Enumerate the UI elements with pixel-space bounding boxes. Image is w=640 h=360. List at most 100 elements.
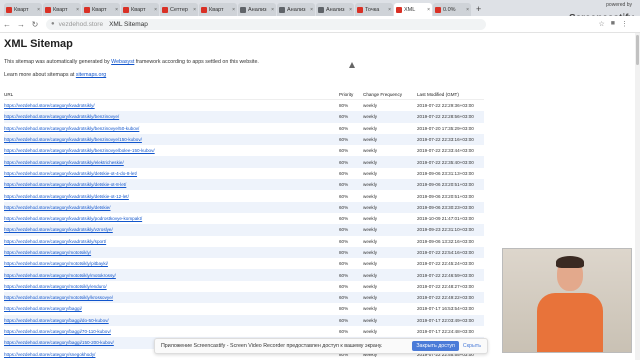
row-url-link[interactable]: https://vezdehod.store/category/mototsik…: [4, 269, 339, 281]
table-row: https://vezdehod.store/category/kvadrots…: [4, 201, 484, 213]
address-bar[interactable]: ● vezdehod.store XML Sitemap: [46, 18, 486, 30]
row-url-link[interactable]: https://vezdehod.store/category/baggi/do…: [4, 314, 339, 326]
stop-sharing-button[interactable]: Закрыть доступ: [412, 341, 459, 351]
sitemaps-org-link[interactable]: sitemaps.org: [76, 72, 106, 78]
row-last-modified: 2019-07-22 22:54:16+03:00: [417, 246, 484, 259]
browser-tab[interactable]: Точка ×: [355, 3, 393, 16]
row-priority: 60%: [339, 193, 349, 199]
table-row: https://vezdehod.store/category/kvadrots…: [4, 179, 484, 191]
browser-tab[interactable]: Сеттер ×: [160, 3, 198, 16]
browser-tab[interactable]: Кварт ×: [82, 3, 120, 16]
row-change-frequency: weekly: [363, 170, 378, 176]
row-last-modified: 2019-09-06 23:30:23+03:00: [417, 201, 484, 213]
row-change-frequency: weekly: [363, 148, 378, 154]
presenter-hair: [556, 256, 584, 268]
tab-close-icon[interactable]: ×: [388, 7, 391, 13]
row-change-frequency: weekly: [363, 201, 417, 213]
tab-favicon-icon: [357, 6, 363, 13]
table-row: https://vezdehod.store/category/baggi/70…: [4, 326, 484, 337]
reload-icon[interactable]: ↻: [28, 20, 42, 29]
address-title: XML Sitemap: [109, 20, 148, 28]
tab-close-icon[interactable]: ×: [466, 7, 469, 13]
scrollbar-thumb[interactable]: [636, 35, 639, 65]
row-url-link[interactable]: https://vezdehod.store/category/baggi/: [4, 303, 339, 314]
tab-favicon-icon: [279, 6, 285, 13]
browser-tab[interactable]: Кварт ×: [199, 3, 237, 16]
row-url-link[interactable]: https://vezdehod.store/category/kvadrots…: [4, 179, 339, 191]
row-url-link[interactable]: https://vezdehod.store/category/kvadrots…: [4, 201, 339, 213]
row-priority: 60%: [339, 201, 363, 213]
extensions-icon[interactable]: ■: [611, 20, 615, 28]
row-url-link[interactable]: https://vezdehod.store/category/mototsik…: [4, 258, 339, 269]
tab-close-icon[interactable]: ×: [115, 7, 118, 13]
browser-toolbar: ← → ↻ ● vezdehod.store XML Sitemap ☆ ■ ⋮: [0, 16, 640, 33]
forward-icon[interactable]: →: [14, 20, 28, 29]
tab-close-icon[interactable]: ×: [310, 7, 313, 13]
row-url-link[interactable]: https://vezdehod.store/category/kvadrots…: [4, 133, 339, 146]
table-row: https://vezdehod.store/category/kvadrots…: [4, 111, 484, 123]
row-priority: 60%: [339, 283, 349, 289]
row-last-modified: 2019-07-22 22:33:44+03:00: [417, 148, 474, 154]
tab-favicon-icon: [123, 6, 129, 13]
header-change-frequency[interactable]: Change Frequency: [363, 89, 417, 100]
row-last-modified: 2019-07-22 22:29:36+03:00: [417, 103, 474, 109]
address-url: vezdehod.store: [58, 20, 104, 28]
notification-text: Приложение Screencastify - Screen Video …: [161, 343, 383, 349]
row-priority: 60%: [339, 179, 363, 191]
browser-tab[interactable]: Анализ ×: [238, 3, 276, 16]
webasyst-link[interactable]: Webasyst: [111, 59, 134, 65]
browser-tab[interactable]: Анализ ×: [277, 3, 315, 16]
row-url-link[interactable]: https://vezdehod.store/category/kvadrots…: [4, 168, 339, 179]
row-url-link[interactable]: https://vezdehod.store/category/kvadrots…: [4, 156, 339, 168]
row-url-link[interactable]: https://vezdehod.store/category/kvadrots…: [4, 213, 339, 224]
tab-close-icon[interactable]: ×: [349, 7, 352, 13]
header-last-modified[interactable]: Last Modified (GMT): [417, 89, 484, 100]
tab-label: Сеттер: [170, 6, 188, 13]
row-change-frequency: weekly: [363, 156, 417, 168]
header-priority[interactable]: Priority: [339, 89, 363, 100]
star-icon[interactable]: ☆: [598, 20, 604, 28]
row-url-link[interactable]: https://vezdehod.store/category/kvadrots…: [4, 145, 339, 156]
browser-tab[interactable]: Анализ ×: [316, 3, 354, 16]
tab-close-icon[interactable]: ×: [76, 7, 79, 13]
tab-close-icon[interactable]: ×: [37, 7, 40, 13]
tab-close-icon[interactable]: ×: [154, 7, 157, 13]
row-change-frequency: weekly: [363, 269, 417, 281]
tab-label: Анализ: [326, 6, 345, 13]
row-change-frequency: weekly: [363, 292, 417, 304]
tab-label: Кварт: [92, 6, 107, 13]
tab-favicon-icon: [396, 6, 402, 13]
row-url-link[interactable]: https://vezdehod.store/category/kvadrots…: [4, 100, 339, 112]
browser-tab[interactable]: 0.0% ×: [433, 3, 471, 16]
row-last-modified: 2019-09-06 23:20:51+03:00: [417, 193, 474, 199]
browser-tab[interactable]: XML ×: [394, 3, 432, 16]
new-tab-icon[interactable]: +: [476, 3, 481, 16]
back-icon[interactable]: ←: [0, 20, 14, 29]
row-url-link[interactable]: https://vezdehod.store/category/kvadrots…: [4, 224, 339, 236]
menu-icon[interactable]: ⋮: [621, 20, 628, 28]
page-content: XML Sitemap This sitemap was automatical…: [4, 33, 624, 357]
row-url-link[interactable]: https://vezdehod.store/category/kvadrots…: [4, 190, 339, 201]
browser-tab[interactable]: Кварт ×: [121, 3, 159, 16]
tab-close-icon[interactable]: ×: [193, 7, 196, 13]
tab-close-icon[interactable]: ×: [271, 7, 274, 13]
row-url-link[interactable]: https://vezdehod.store/category/kvadrots…: [4, 111, 339, 123]
tab-close-icon[interactable]: ×: [427, 7, 430, 13]
header-url[interactable]: URL: [4, 89, 339, 100]
row-url-link[interactable]: https://vezdehod.store/category/mototsik…: [4, 246, 339, 259]
row-url-link[interactable]: https://vezdehod.store/category/kvadrots…: [4, 236, 339, 247]
table-row: https://vezdehod.store/category/kvadrots…: [4, 224, 484, 236]
row-url-link[interactable]: https://vezdehod.store/category/mototsik…: [4, 281, 339, 292]
row-url-link[interactable]: https://vezdehod.store/category/kvadrots…: [4, 123, 339, 134]
row-last-modified: 2019-07-22 22:45:24+03:00: [417, 261, 474, 267]
row-url-link[interactable]: https://vezdehod.store/category/mototsik…: [4, 292, 339, 304]
browser-tab[interactable]: Кварт ×: [43, 3, 81, 16]
row-priority: 80%: [339, 306, 349, 312]
row-priority: 60%: [339, 133, 363, 146]
row-url-link[interactable]: https://vezdehod.store/category/baggi/70…: [4, 326, 339, 337]
tab-close-icon[interactable]: ×: [232, 7, 235, 13]
hide-notification-button[interactable]: Скрыть: [463, 343, 481, 349]
tab-label: Анализ: [287, 6, 306, 13]
page-scrollbar[interactable]: [635, 33, 640, 360]
browser-tab[interactable]: Кварт ×: [4, 3, 42, 16]
